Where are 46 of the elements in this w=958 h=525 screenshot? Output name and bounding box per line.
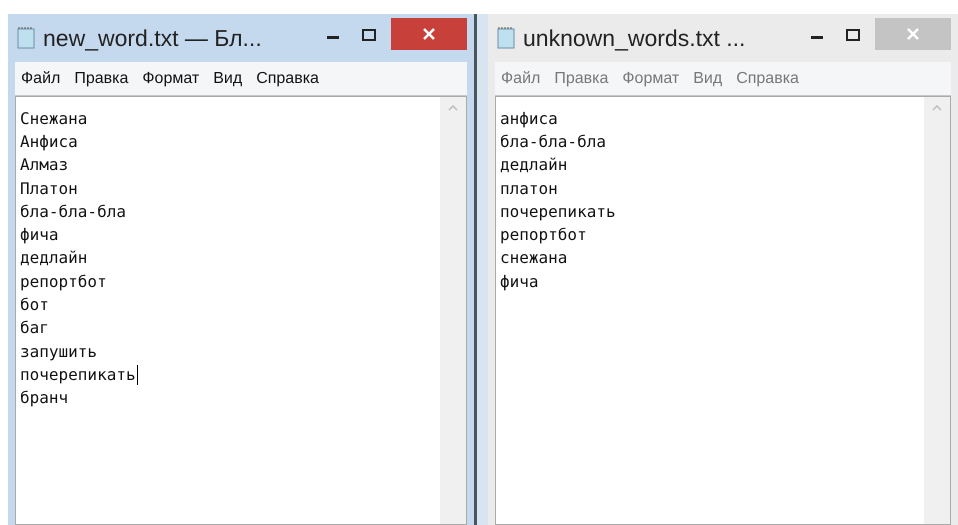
menu-item[interactable]: Правка bbox=[74, 66, 128, 90]
menu-item[interactable]: Файл bbox=[501, 66, 540, 90]
window-title: unknown_words.txt ... bbox=[523, 24, 746, 53]
text-line: фича bbox=[500, 272, 540, 292]
minimize-icon bbox=[327, 36, 339, 40]
menu-item[interactable]: Справка bbox=[256, 66, 319, 90]
text-line: Снежана bbox=[20, 108, 88, 129]
menu-item[interactable]: Справка bbox=[736, 66, 799, 90]
close-button[interactable] bbox=[391, 18, 467, 50]
menu-item[interactable]: Правка bbox=[554, 66, 608, 90]
notepad-icon bbox=[15, 26, 37, 50]
text-line: бот bbox=[20, 295, 50, 316]
scrollbar[interactable] bbox=[440, 97, 466, 524]
text-line: Алмаз bbox=[20, 155, 70, 176]
text-line: репортбот bbox=[20, 272, 108, 292]
text-line: почерепикать bbox=[20, 364, 138, 385]
menu-item[interactable]: Вид bbox=[213, 66, 242, 90]
text-line: запушить bbox=[20, 342, 98, 362]
menu-item[interactable]: Формат bbox=[142, 66, 200, 90]
menu-item[interactable]: Вид bbox=[693, 66, 722, 90]
text-line: дедлайн bbox=[500, 155, 568, 176]
close-icon bbox=[907, 28, 919, 40]
minimize-icon bbox=[811, 36, 823, 40]
text-line: платон bbox=[500, 178, 559, 199]
scrollbar[interactable] bbox=[924, 97, 950, 524]
text-line: анфиса bbox=[500, 108, 559, 129]
window-title: new_word.txt — Бл... bbox=[43, 24, 262, 53]
text-line: бранч bbox=[20, 388, 70, 408]
close-icon bbox=[423, 28, 435, 40]
maximize-icon bbox=[362, 29, 376, 41]
menu-item[interactable]: Формат bbox=[622, 66, 680, 90]
text-line: дедлайн bbox=[20, 248, 88, 268]
text-line: баг bbox=[20, 318, 50, 338]
notepad-icon bbox=[495, 26, 517, 50]
menu-item[interactable]: Файл bbox=[21, 66, 60, 90]
maximize-icon bbox=[846, 29, 860, 41]
text-line: Анфиса bbox=[20, 132, 79, 152]
text-line: бла-бла-бла bbox=[500, 132, 607, 152]
text-area[interactable]: анфиса бла-бла-бла дедлайн платон почерепикать репортбот снежана фича bbox=[495, 96, 951, 525]
text-line: снежана bbox=[500, 248, 568, 268]
text-line: репортбот bbox=[500, 225, 588, 246]
text-area[interactable]: Снежана Анфиса Алмаз Платон бла-бла-бла фича дедлайн репортбот бот баг запушить почерепикать бранч bbox=[15, 96, 467, 525]
text-line: фича bbox=[20, 225, 60, 246]
text-line: бла-бла-бла bbox=[20, 202, 127, 222]
text-line: Платон bbox=[20, 178, 79, 199]
text-line: почерепикать bbox=[500, 202, 617, 222]
